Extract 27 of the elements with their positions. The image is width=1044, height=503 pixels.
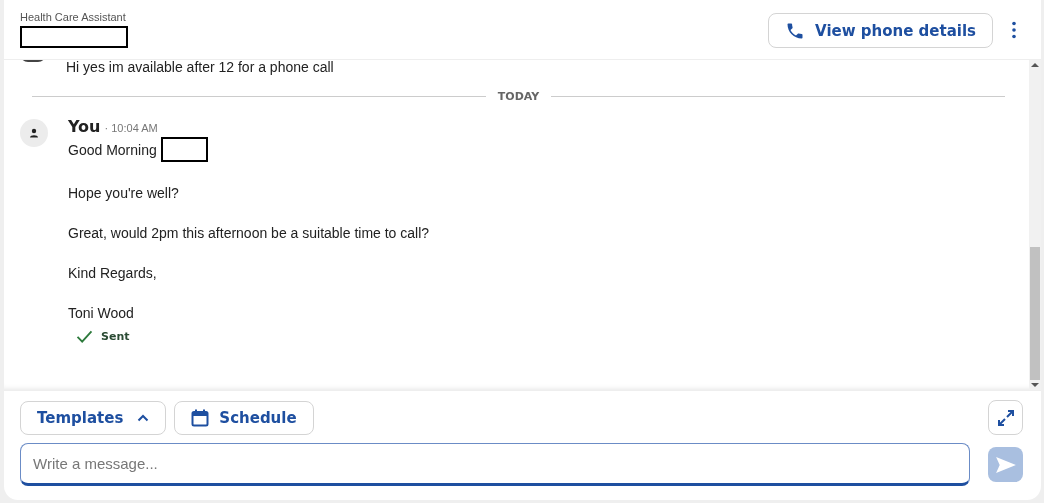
scroll-up-icon[interactable]: [1031, 63, 1039, 67]
send-icon: [994, 455, 1017, 474]
message-text: Good Morning: [68, 140, 157, 159]
date-divider-label: TODAY: [497, 90, 540, 103]
scrollbar[interactable]: [1029, 60, 1041, 390]
caret-icon: [137, 413, 150, 422]
checkmark-icon: [76, 330, 93, 343]
message-status: Sent: [101, 330, 130, 343]
schedule-button[interactable]: Schedule: [174, 400, 314, 435]
message-text: Hope you're well?: [68, 184, 180, 202]
message-text: Kind Regards,: [68, 264, 158, 282]
calendar-icon: [191, 408, 210, 427]
message-text: Great, would 2pm this afternoon be a suitable time to call?: [68, 224, 430, 242]
message-time: · 10:04 AM: [104, 122, 158, 134]
person-icon: [29, 128, 39, 138]
expand-icon: [996, 408, 1015, 427]
scroll-down-icon[interactable]: [1031, 383, 1039, 387]
message-text: Hi yes im available after 12 for a phone call: [66, 60, 334, 76]
expand-button[interactable]: [988, 400, 1023, 435]
message-text: Toni Wood: [68, 304, 135, 322]
view-phone-details-button[interactable]: View phone details: [768, 13, 993, 48]
sender-name: You: [68, 117, 101, 136]
redaction-box: [160, 137, 208, 162]
more-options-icon[interactable]: [1011, 20, 1017, 39]
contact-subtitle: Health Care Assistant: [20, 11, 127, 23]
templates-button[interactable]: Templates: [20, 400, 167, 435]
message-input-field[interactable]: Write a message...: [20, 443, 970, 486]
